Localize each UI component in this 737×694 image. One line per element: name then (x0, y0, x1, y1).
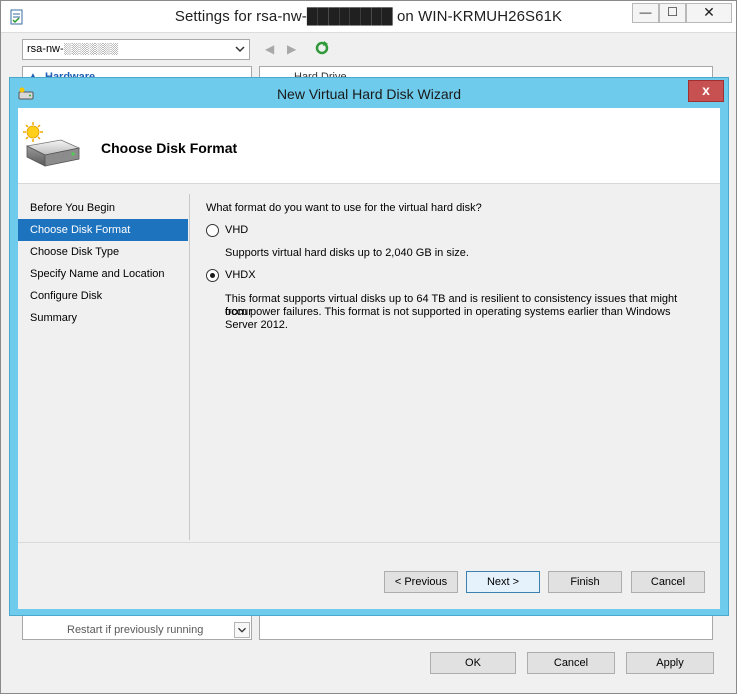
close-button[interactable]: x (688, 80, 724, 102)
cancel-button[interactable]: Cancel (631, 571, 705, 593)
wizard-content: What format do you want to use for the v… (206, 202, 711, 331)
refresh-icon[interactable] (314, 40, 330, 56)
steps-divider (189, 194, 190, 540)
hard-disk-icon (23, 122, 81, 167)
next-button[interactable]: Next > (466, 571, 540, 593)
minimize-button[interactable]: — (632, 3, 659, 23)
step-specify-name-and-location[interactable]: Specify Name and Location (18, 263, 188, 285)
restart-option-label[interactable]: Restart if previously running (67, 624, 203, 636)
close-button[interactable]: ✕ (686, 3, 732, 23)
vhd-label[interactable]: VHD (225, 224, 248, 236)
settings-titlebar: Settings for rsa-nw-████████ on WIN-KRMU… (1, 1, 736, 33)
finish-button[interactable]: Finish (548, 571, 622, 593)
settings-window-title: Settings for rsa-nw-████████ on WIN-KRMU… (174, 8, 563, 25)
wizard-titlebar: New Virtual Hard Disk Wizard x (10, 78, 728, 108)
maximize-button[interactable]: ☐ (659, 3, 686, 23)
wizard-footer-divider (18, 542, 720, 543)
vhdx-description-line2: from power failures. This format is not … (225, 306, 671, 318)
ok-button[interactable]: OK (430, 652, 516, 674)
step-configure-disk[interactable]: Configure Disk (18, 285, 188, 307)
wizard-title: New Virtual Hard Disk Wizard (276, 86, 462, 102)
vhdx-label[interactable]: VHDX (225, 269, 256, 281)
vhd-radio[interactable] (206, 224, 219, 237)
vhd-description: Supports virtual hard disks up to 2,040 … (225, 247, 469, 259)
step-choose-disk-format[interactable]: Choose Disk Format (18, 219, 188, 241)
vm-selector-dropdown[interactable]: rsa-nw-░░░░░░░ (22, 39, 250, 60)
chevron-down-icon[interactable] (234, 622, 250, 638)
wizard-steps-list: Before You Begin Choose Disk Format Choo… (18, 197, 188, 329)
vhdx-description-line3: Server 2012. (225, 319, 288, 331)
apply-button[interactable]: Apply (626, 652, 714, 674)
new-virtual-hard-disk-wizard: New Virtual Hard Disk Wizard x Choose Di… (9, 77, 729, 616)
vm-selector-value: rsa-nw-░░░░░░░ (27, 43, 119, 55)
previous-button[interactable]: < Previous (384, 571, 458, 593)
chevron-down-icon (235, 46, 245, 53)
vhdx-radio[interactable] (206, 269, 219, 282)
wizard-body: Choose Disk Format Before You Begin Choo… (18, 108, 720, 609)
step-choose-disk-type[interactable]: Choose Disk Type (18, 241, 188, 263)
wizard-header: Choose Disk Format (18, 108, 720, 184)
step-before-you-begin[interactable]: Before You Begin (18, 197, 188, 219)
cancel-button[interactable]: Cancel (527, 652, 615, 674)
wizard-page-title: Choose Disk Format (101, 140, 238, 156)
back-arrow-icon[interactable]: ◀ (265, 42, 274, 56)
format-question: What format do you want to use for the v… (206, 202, 482, 214)
step-summary[interactable]: Summary (18, 307, 188, 329)
forward-arrow-icon[interactable]: ▶ (287, 42, 296, 56)
